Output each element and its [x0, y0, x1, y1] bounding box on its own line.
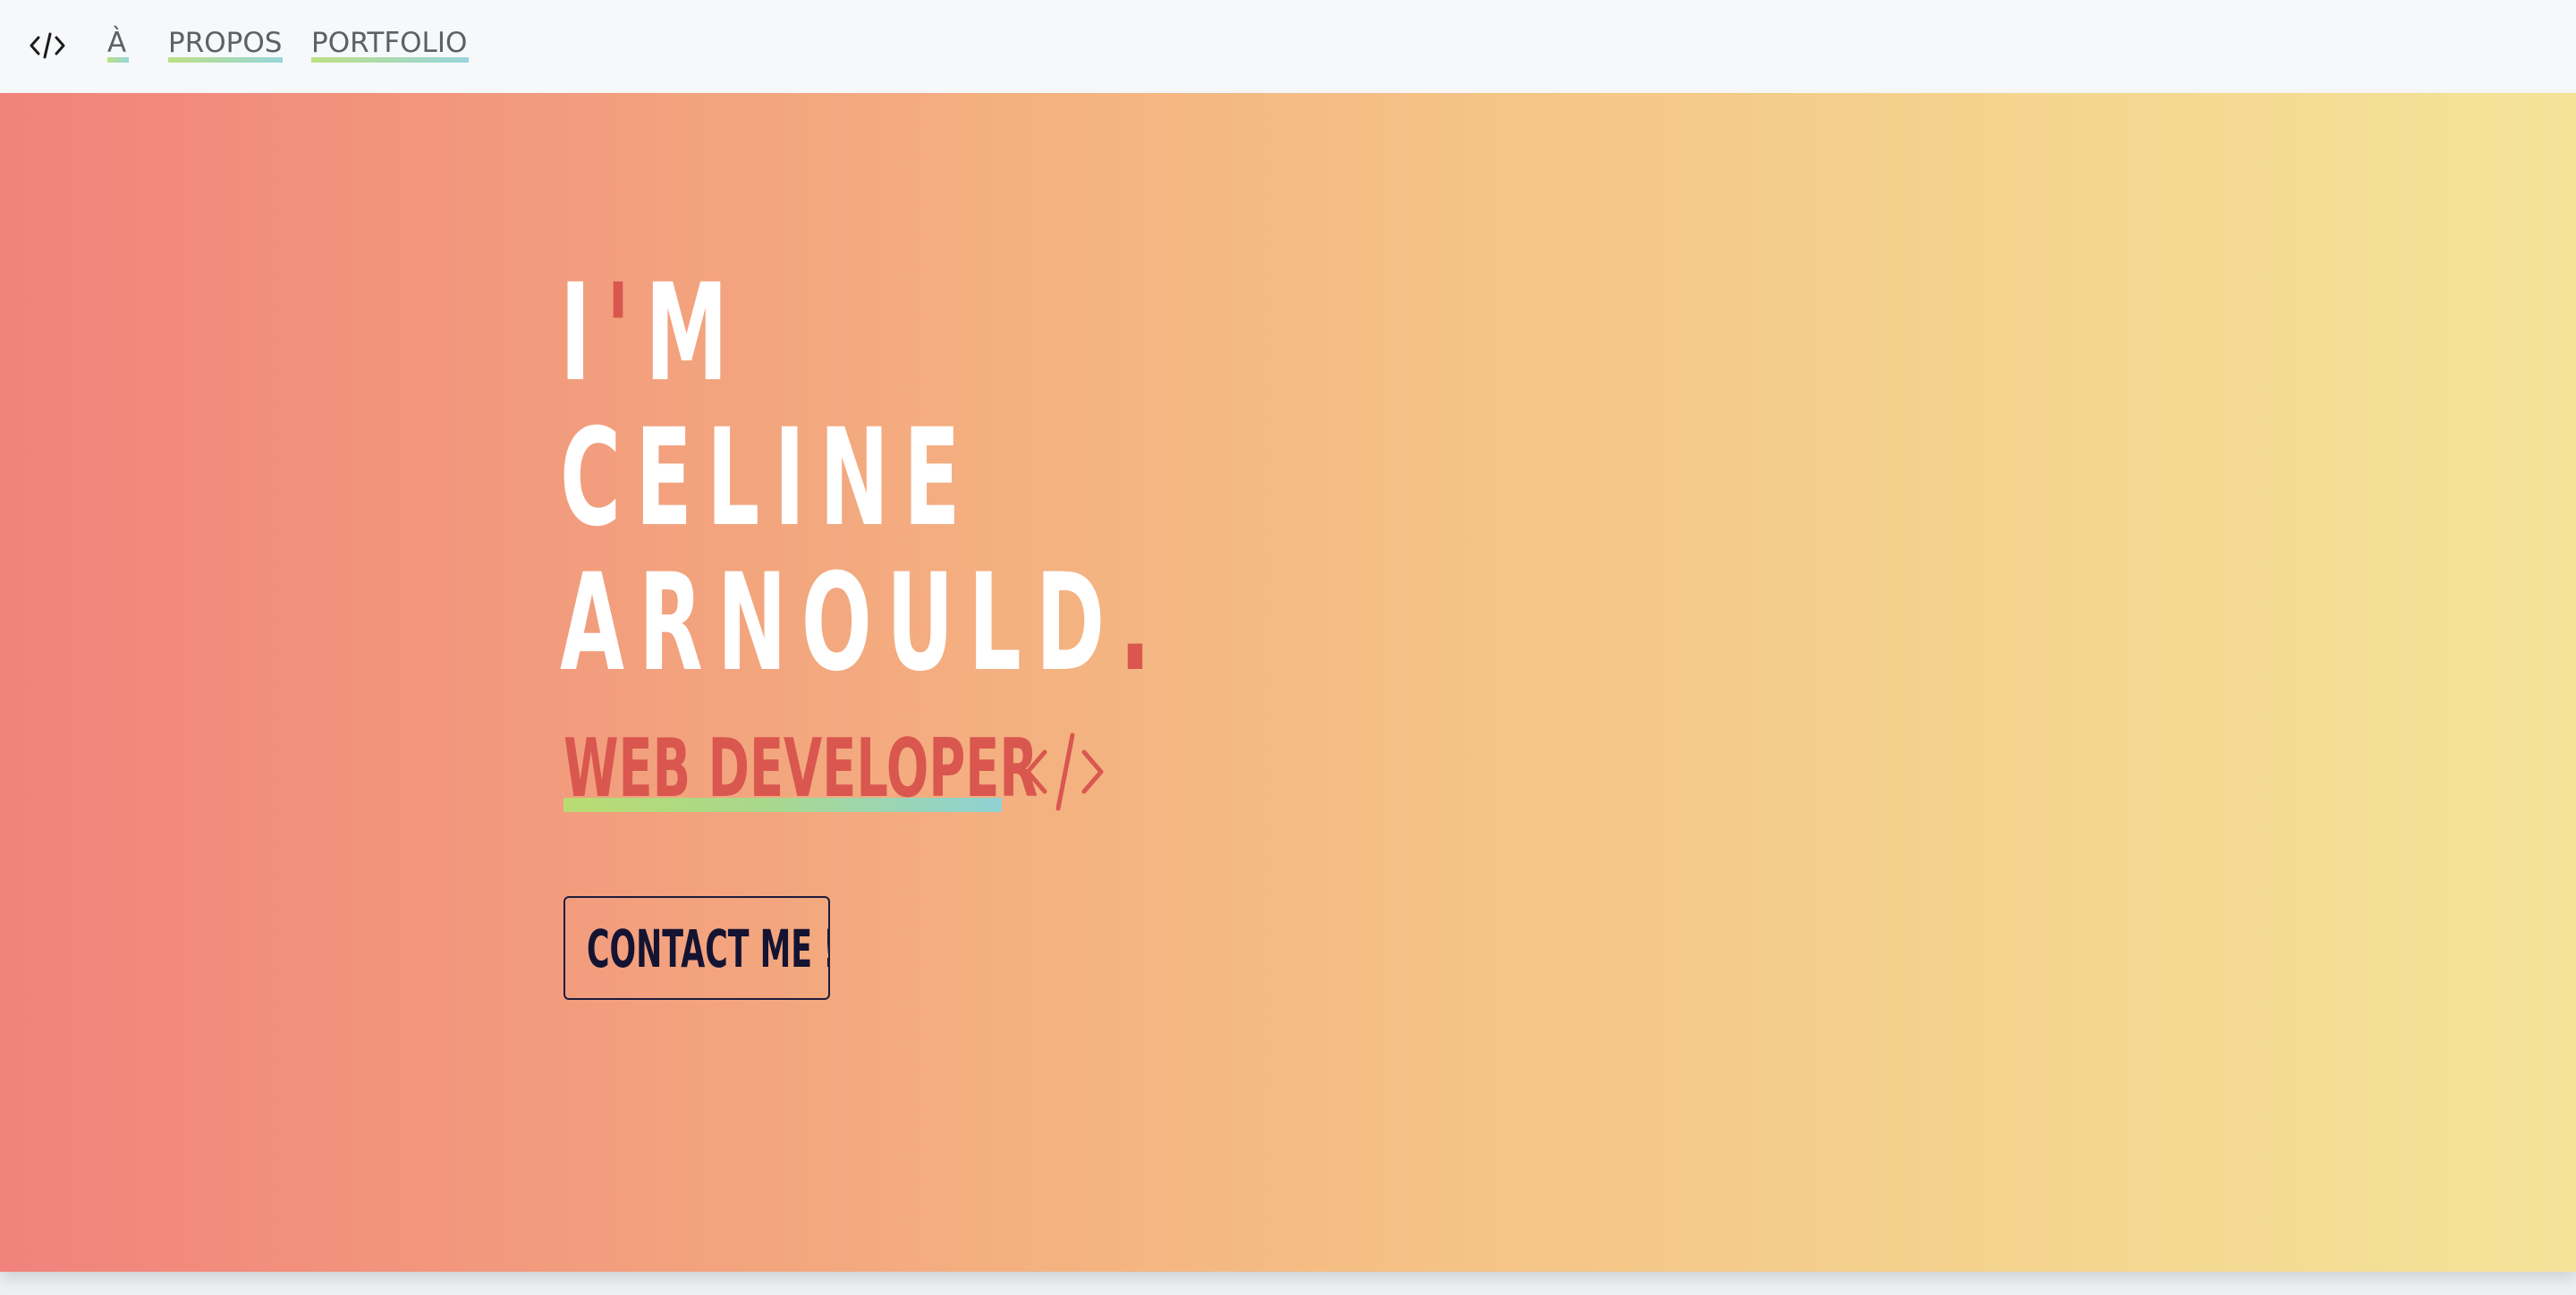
- headline-line-2: CELINE: [560, 401, 975, 556]
- nav-link-label: PROPOS: [168, 27, 283, 59]
- hero-headline: I'M CELINE ARNOULD.: [560, 261, 1165, 696]
- subtitle-label: WEB DEVELOPER: [564, 722, 1038, 816]
- contact-button-label: CONTACT ME !: [587, 918, 830, 979]
- headline-text: M: [645, 256, 742, 411]
- nav-link-portfolio[interactable]: PORTFOLIO: [311, 25, 469, 63]
- nav-link-a[interactable]: À: [107, 25, 129, 63]
- subtitle-wrap: WEB DEVELOPER: [564, 726, 1328, 812]
- headline-text: I: [560, 256, 606, 411]
- code-icon: [30, 32, 65, 59]
- headline-line-1: I'M: [560, 261, 1165, 406]
- nav-link-label: PORTFOLIO: [311, 27, 468, 59]
- headline-dot: .: [1119, 546, 1165, 701]
- headline-apostrophe: ': [605, 256, 646, 411]
- contact-me-button[interactable]: CONTACT ME !: [564, 896, 830, 1000]
- nav-link-label: À: [107, 27, 127, 59]
- hero-section: I'M CELINE ARNOULD.: [0, 93, 2576, 1272]
- headline-text: ARNOULD: [560, 546, 1120, 701]
- home-logo[interactable]: [27, 25, 68, 66]
- nav-link-propos[interactable]: PROPOS: [168, 25, 283, 63]
- headline-line-3: ARNOULD.: [560, 551, 1165, 696]
- top-navbar: À PROPOS PORTFOLIO: [0, 0, 2576, 93]
- hero-subtitle: WEB DEVELOPER: [564, 726, 1328, 816]
